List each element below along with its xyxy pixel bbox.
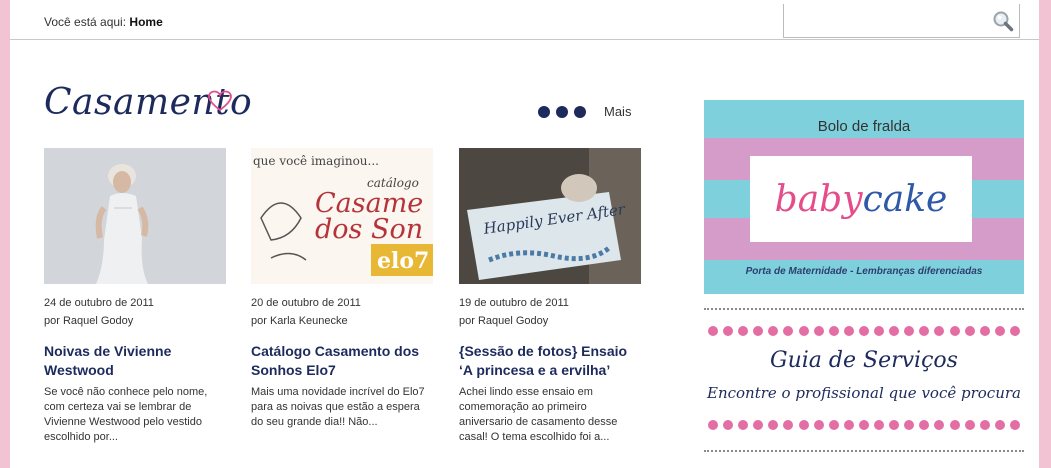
post-card: Happily Ever After 19 de outubro de 2011… [459, 148, 641, 445]
brand-part2: cake [862, 178, 948, 220]
babycake-ad-banner[interactable]: Bolo de fralda baby cake Porta de Materni… [704, 100, 1024, 294]
pagination-dot[interactable] [574, 105, 586, 118]
post-title[interactable]: Catálogo Casamento dos Sonhos Elo7 [251, 342, 433, 380]
post-title[interactable]: {Sessão de fotos} Ensaio ‘A princesa e a… [459, 342, 641, 380]
post-thumbnail[interactable]: Happily Ever After [459, 148, 641, 284]
breadcrumb-prefix: Você está aqui: [44, 15, 127, 29]
pink-dots-row [708, 326, 1020, 336]
more-label[interactable]: Mais [604, 104, 631, 119]
pagination-dot[interactable] [556, 105, 568, 118]
top-bar: Você está aqui: Home [10, 0, 1039, 40]
more-link[interactable]: Mais [538, 104, 631, 119]
thumb-text-line4: dos Son [315, 214, 424, 245]
post-author[interactable]: por Raquel Godoy [459, 314, 641, 328]
services-guide-banner[interactable]: Guia de Serviços Encontre o profissional… [704, 306, 1024, 456]
post-author[interactable]: por Karla Keunecke [251, 314, 433, 328]
search-box [783, 4, 1020, 38]
post-thumbnail[interactable] [44, 148, 226, 284]
post-card: 24 de outubro de 2011 por Raquel Godoy N… [44, 148, 226, 445]
babycake-logo: baby cake [750, 156, 972, 242]
ad-bottom-label: Porta de Maternidade - Lembranças difere… [745, 266, 983, 277]
post-card: que você imaginou... catálogo Casame dos… [251, 148, 433, 430]
guide-title: Guia de Serviços [770, 348, 958, 373]
post-author[interactable]: por Raquel Godoy [44, 314, 226, 328]
pagination-dot[interactable] [538, 105, 550, 118]
post-date: 19 de outubro de 2011 [459, 297, 569, 309]
post-thumbnail[interactable]: que você imaginou... catálogo Casame dos… [251, 148, 433, 284]
elo7-badge: elo7 [377, 248, 430, 274]
brand-part1: baby [774, 178, 863, 220]
search-icon[interactable] [992, 10, 1014, 32]
post-date: 24 de outubro de 2011 [44, 297, 154, 309]
heart-icon [208, 90, 232, 112]
search-input[interactable] [788, 10, 988, 32]
post-date: 20 de outubro de 2011 [251, 297, 361, 309]
post-excerpt: Se você não conhece pelo nome, com certe… [44, 386, 208, 443]
breadcrumb-current[interactable]: Home [129, 15, 162, 29]
guide-subtitle: Encontre o profissional que você procura [707, 384, 1021, 402]
page-frame: Você está aqui: Home Casamento Mais 24 d… [10, 0, 1039, 468]
divider [704, 308, 1024, 310]
breadcrumb: Você está aqui: Home [44, 15, 163, 29]
divider [704, 450, 1024, 452]
pink-dots-row [708, 420, 1020, 430]
post-excerpt: Mais uma novidade incrível do Elo7 para … [251, 386, 425, 428]
ad-top-label: Bolo de fralda [817, 118, 911, 135]
bride-photo-image [44, 148, 226, 284]
post-excerpt: Achei lindo esse ensaio em comemoração a… [459, 386, 618, 443]
post-title[interactable]: Noivas de Vivienne Westwood [44, 342, 226, 380]
thumb-text-line1: que você imaginou... [253, 154, 379, 168]
